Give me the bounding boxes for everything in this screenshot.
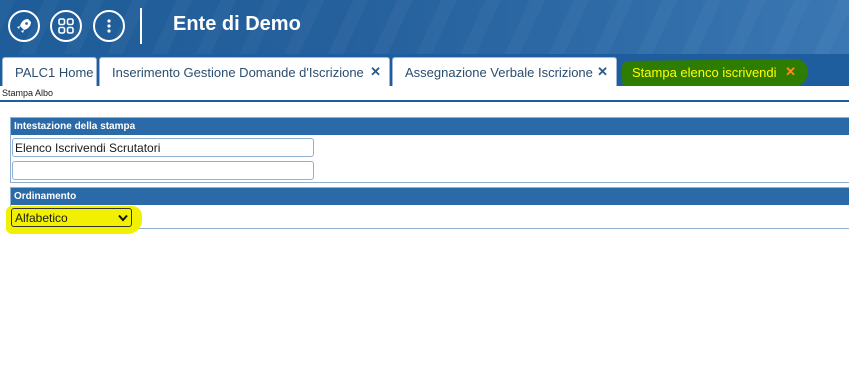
app-header: Ente di Demo (0, 0, 849, 54)
breadcrumb-label: Stampa Albo (2, 88, 54, 98)
ordinamento-select[interactable]: Alfabetico (11, 208, 132, 227)
intestazione-line1-value: Elenco Iscrivendi Scrutatori (15, 141, 161, 155)
tab-palc1-home[interactable]: PALC1 Home (2, 57, 97, 86)
rocket-button[interactable] (8, 10, 40, 42)
tab-assegnazione-verbale[interactable]: Assegnazione Verbale Iscrizione ✕ (392, 57, 617, 86)
tab-label: Assegnazione Verbale Iscrizione (405, 64, 593, 80)
tab-label: Inserimento Gestione Domande d'Iscrizion… (112, 64, 364, 80)
ordinamento-selected-value: Alfabetico (15, 210, 68, 225)
tab-inserimento-domande[interactable]: Inserimento Gestione Domande d'Iscrizion… (99, 57, 390, 86)
more-vertical-icon (107, 19, 111, 33)
intestazione-title: Intestazione della stampa (11, 118, 849, 135)
close-icon[interactable]: ✕ (370, 64, 381, 80)
intestazione-line1-input[interactable]: Elenco Iscrivendi Scrutatori (12, 138, 314, 157)
ordinamento-title: Ordinamento (11, 188, 849, 205)
header-divider (140, 8, 142, 44)
rocket-icon (17, 19, 31, 33)
tab-label: PALC1 Home (15, 64, 94, 80)
tab-label: Stampa elenco iscrivendi (632, 64, 777, 80)
apps-grid-button[interactable] (50, 10, 82, 42)
chevron-down-icon (118, 214, 128, 222)
intestazione-line2-input[interactable] (12, 161, 314, 180)
intestazione-panel: Intestazione della stampa Elenco Iscrive… (10, 117, 849, 183)
close-icon[interactable]: ✕ (597, 64, 608, 80)
header-pattern (0, 0, 849, 54)
grid-icon (58, 18, 74, 34)
close-icon[interactable]: ✕ (785, 64, 796, 80)
more-menu-button[interactable] (93, 10, 125, 42)
breadcrumb: Stampa Albo (0, 86, 849, 102)
app-title: Ente di Demo (173, 13, 301, 35)
tab-stampa-elenco-iscrivendi[interactable]: Stampa elenco iscrivendi ✕ (619, 57, 805, 86)
